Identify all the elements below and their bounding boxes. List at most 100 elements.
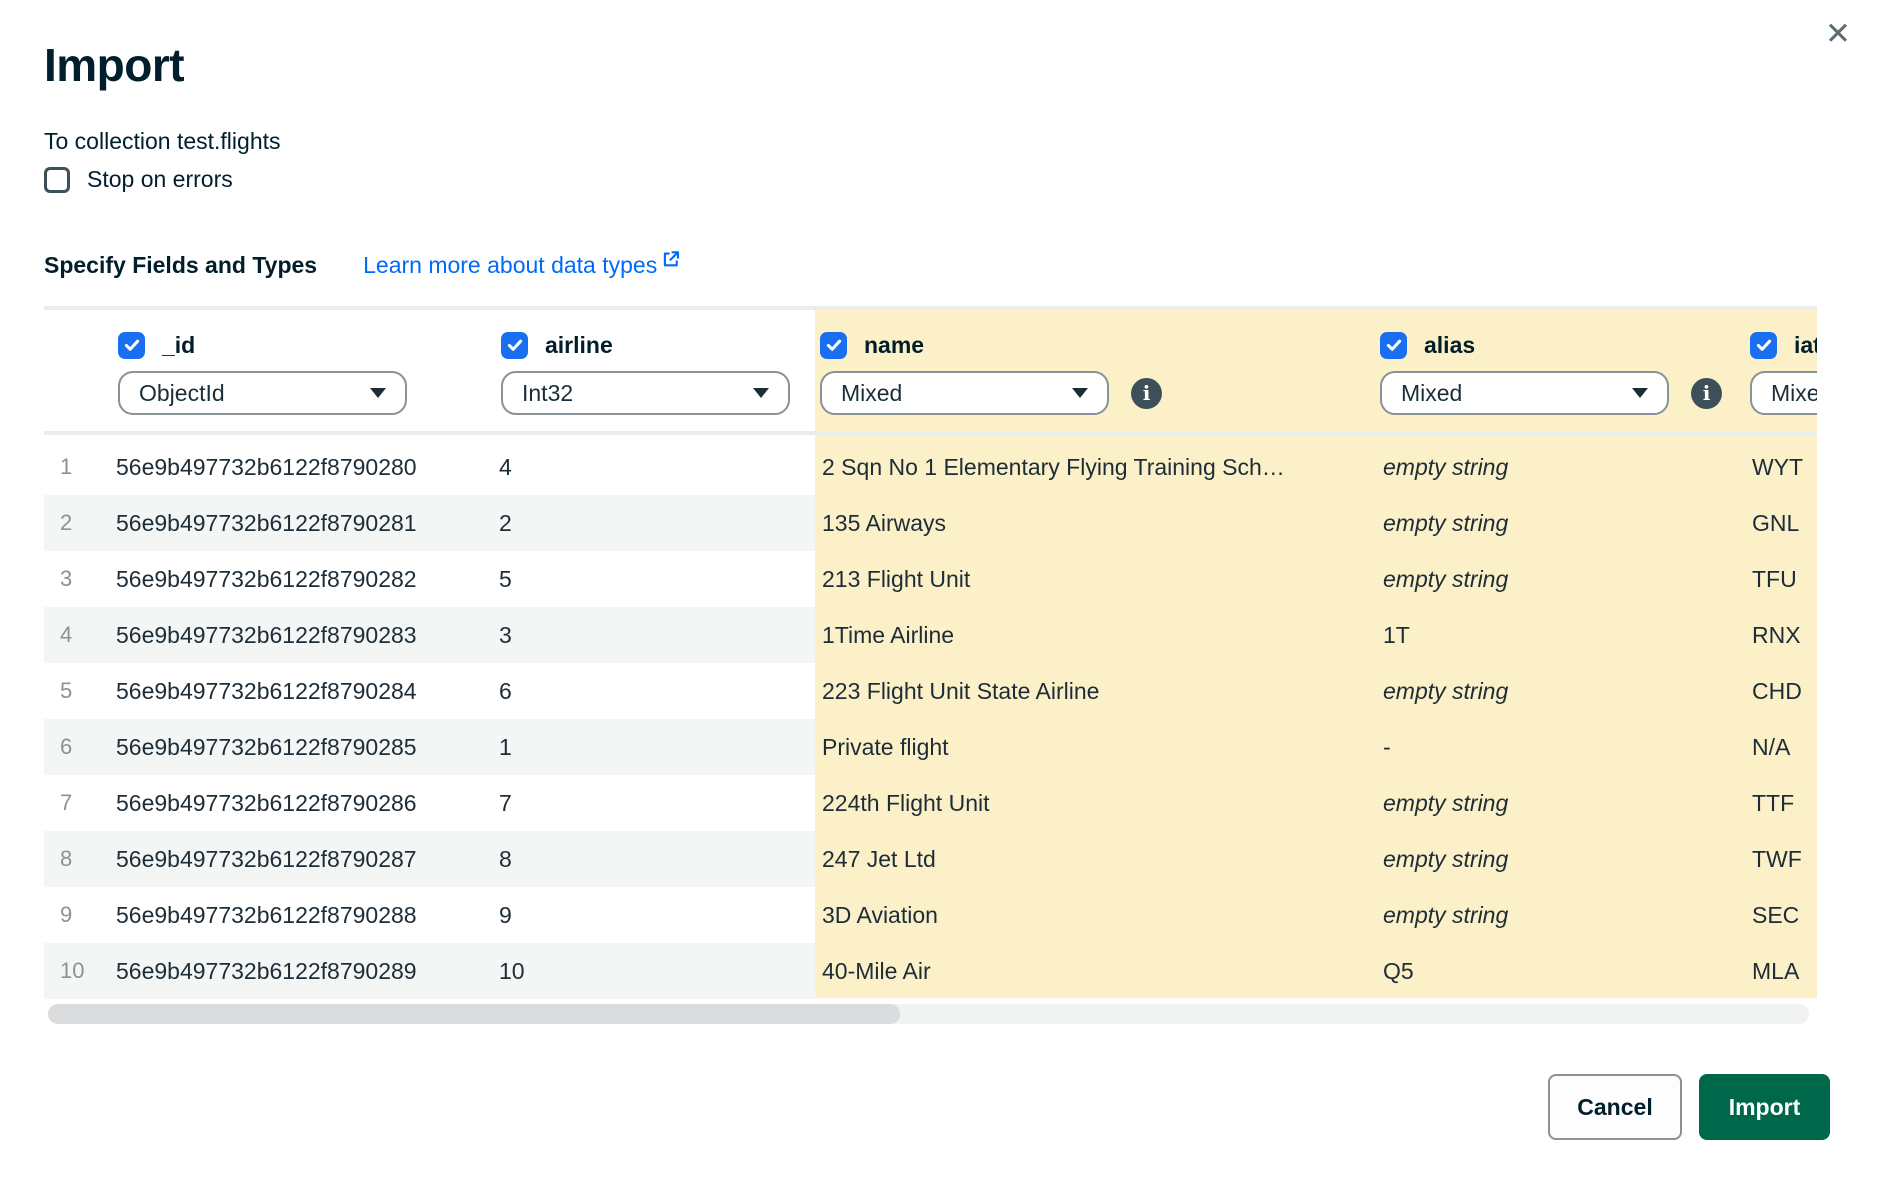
column-checkbox[interactable] — [501, 332, 528, 359]
cell-name: 223 Flight Unit State Airline — [818, 678, 1378, 705]
cell-iata: GNL — [1748, 510, 1817, 537]
cell-airline: 2 — [499, 510, 818, 537]
cell-airline: 8 — [499, 846, 818, 873]
table-row: 6 56e9b497732b6122f8790285 1 Private fli… — [44, 719, 1817, 775]
collection-subtitle: To collection test.flights — [44, 128, 281, 155]
cell-airline: 10 — [499, 958, 818, 985]
chevron-down-icon — [1632, 388, 1648, 398]
row-number-header — [44, 310, 116, 431]
cell-id: 56e9b497732b6122f8790282 — [116, 566, 499, 593]
cell-alias: empty string — [1378, 566, 1748, 593]
dialog-title: Import — [44, 38, 184, 92]
cell-airline: 5 — [499, 566, 818, 593]
learn-more-link-label: Learn more about data types — [363, 252, 657, 279]
cell-alias: empty string — [1378, 454, 1748, 481]
row-number: 4 — [44, 622, 116, 648]
column-label: airline — [545, 332, 613, 359]
column-label: iata — [1794, 332, 1817, 359]
cell-name: 247 Jet Ltd — [818, 846, 1378, 873]
column-header: name Mixed i — [818, 310, 1378, 431]
cell-id: 56e9b497732b6122f8790286 — [116, 790, 499, 817]
cell-name: 2 Sqn No 1 Elementary Flying Training Sc… — [818, 454, 1378, 481]
column-header: airline Int32 — [499, 310, 818, 431]
cell-airline: 9 — [499, 902, 818, 929]
cancel-button[interactable]: Cancel — [1548, 1074, 1682, 1140]
chevron-down-icon — [753, 388, 769, 398]
type-info-icon[interactable]: i — [1131, 378, 1162, 409]
column-header: _id ObjectId — [116, 310, 499, 431]
cell-iata: WYT — [1748, 454, 1817, 481]
close-icon[interactable]: ✕ — [1820, 16, 1856, 52]
cell-id: 56e9b497732b6122f8790281 — [116, 510, 499, 537]
cell-airline: 1 — [499, 734, 818, 761]
column-label: alias — [1424, 332, 1475, 359]
type-select[interactable]: ObjectId — [118, 371, 407, 415]
cell-id: 56e9b497732b6122f8790287 — [116, 846, 499, 873]
table-header: _id ObjectId airline Int32 — [44, 306, 1817, 435]
cell-alias: Q5 — [1378, 958, 1748, 985]
cell-iata: N/A — [1748, 734, 1817, 761]
chevron-down-icon — [370, 388, 386, 398]
table-row: 5 56e9b497732b6122f8790284 6 223 Flight … — [44, 663, 1817, 719]
table-row: 4 56e9b497732b6122f8790283 3 1Time Airli… — [44, 607, 1817, 663]
type-select[interactable]: Mixed — [1380, 371, 1669, 415]
row-number: 1 — [44, 454, 116, 480]
table-row: 8 56e9b497732b6122f8790287 8 247 Jet Ltd… — [44, 831, 1817, 887]
table-row: 10 56e9b497732b6122f8790289 10 40-Mile A… — [44, 943, 1817, 999]
preview-table: _id ObjectId airline Int32 — [44, 306, 1817, 1046]
column-label: _id — [162, 332, 195, 359]
column-header: alias Mixed i — [1378, 310, 1748, 431]
check-icon — [825, 336, 843, 354]
column-header: iata Mixed i — [1748, 310, 1817, 431]
fields-section-header: Specify Fields and Types Learn more abou… — [44, 252, 681, 279]
cell-alias: empty string — [1378, 790, 1748, 817]
cell-name: 213 Flight Unit — [818, 566, 1378, 593]
check-icon — [1755, 336, 1773, 354]
cell-alias: empty string — [1378, 678, 1748, 705]
cell-iata: MLA — [1748, 958, 1817, 985]
check-icon — [506, 336, 524, 354]
stop-on-errors-checkbox[interactable] — [44, 167, 70, 193]
cell-id: 56e9b497732b6122f8790284 — [116, 678, 499, 705]
import-button[interactable]: Import — [1699, 1074, 1830, 1140]
cell-name: 1Time Airline — [818, 622, 1378, 649]
column-checkbox[interactable] — [1380, 332, 1407, 359]
cell-name: 3D Aviation — [818, 902, 1378, 929]
table-row: 9 56e9b497732b6122f8790288 9 3D Aviation… — [44, 887, 1817, 943]
cell-name: Private flight — [818, 734, 1378, 761]
row-number: 6 — [44, 734, 116, 760]
type-select[interactable]: Mixed — [820, 371, 1109, 415]
cell-alias: - — [1378, 734, 1748, 761]
cell-alias: empty string — [1378, 902, 1748, 929]
cell-id: 56e9b497732b6122f8790285 — [116, 734, 499, 761]
row-number: 10 — [44, 958, 116, 984]
cell-airline: 7 — [499, 790, 818, 817]
cell-iata: RNX — [1748, 622, 1817, 649]
type-info-icon[interactable]: i — [1691, 378, 1722, 409]
check-icon — [123, 336, 141, 354]
horizontal-scrollbar-track[interactable] — [48, 1004, 1809, 1024]
cell-name: 224th Flight Unit — [818, 790, 1378, 817]
column-checkbox[interactable] — [1750, 332, 1777, 359]
specify-fields-heading: Specify Fields and Types — [44, 252, 317, 279]
row-number: 8 — [44, 846, 116, 872]
cell-iata: TWF — [1748, 846, 1817, 873]
horizontal-scrollbar-thumb[interactable] — [48, 1004, 900, 1024]
type-select[interactable]: Mixed — [1750, 371, 1817, 415]
column-checkbox[interactable] — [118, 332, 145, 359]
check-icon — [1385, 336, 1403, 354]
chevron-down-icon — [1072, 388, 1088, 398]
type-select-value: Mixed — [841, 380, 902, 407]
cell-alias: 1T — [1378, 622, 1748, 649]
cell-airline: 4 — [499, 454, 818, 481]
learn-more-link[interactable]: Learn more about data types — [363, 252, 681, 279]
cell-iata: CHD — [1748, 678, 1817, 705]
type-select[interactable]: Int32 — [501, 371, 790, 415]
stop-on-errors-label: Stop on errors — [87, 166, 233, 193]
cell-id: 56e9b497732b6122f8790289 — [116, 958, 499, 985]
stop-on-errors-row: Stop on errors — [44, 166, 233, 193]
cell-name: 135 Airways — [818, 510, 1378, 537]
cell-airline: 6 — [499, 678, 818, 705]
cell-iata: SEC — [1748, 902, 1817, 929]
column-checkbox[interactable] — [820, 332, 847, 359]
